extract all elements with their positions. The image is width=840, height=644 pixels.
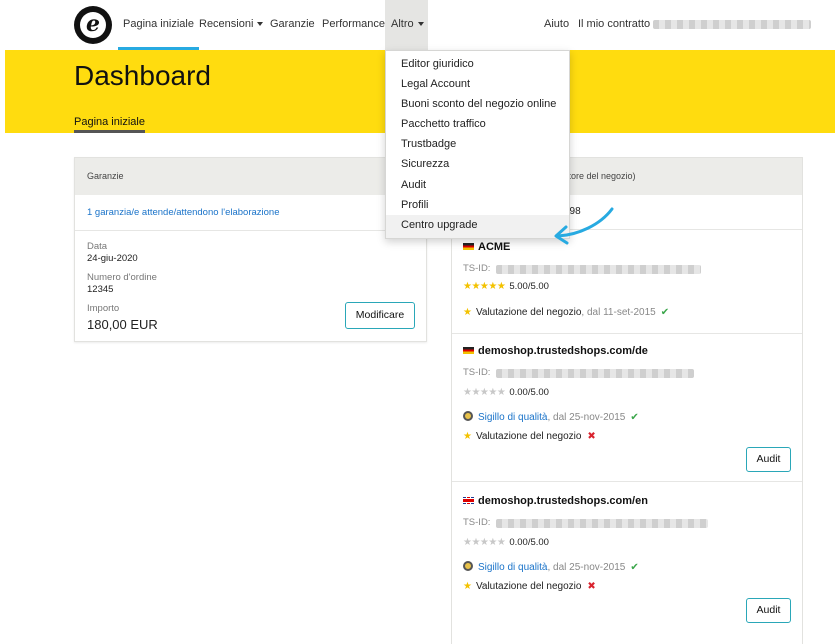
nav-garanzie-label: Garanzie	[270, 18, 315, 30]
shop-item: ACME TS-ID: ★★★★★ 5.00/5.00 ★ Valutazione …	[452, 229, 802, 333]
rating-score: 0.00/5.00	[509, 537, 549, 548]
menu-item-pacchetto-traffico[interactable]: Pacchetto traffico	[401, 118, 486, 130]
menu-item-legal-account[interactable]: Legal Account	[401, 78, 470, 90]
guarantees-card-title: Garanzie	[75, 158, 426, 195]
tsid-label: TS-ID:	[463, 367, 491, 378]
blurred-account-name[interactable]	[653, 20, 811, 29]
menu-item-editor-giuridico[interactable]: Editor giuridico	[401, 58, 474, 70]
caret-down-icon	[417, 22, 424, 27]
nav-aiuto[interactable]: Aiuto	[544, 0, 569, 50]
nav-recensioni-dropdown[interactable]: Recensioni	[199, 0, 264, 50]
star-icon: ★	[463, 431, 472, 442]
rating-score: 5.00/5.00	[509, 281, 549, 292]
audit-button[interactable]: Audit	[746, 598, 791, 623]
trusted-shops-logo-icon[interactable]: e	[74, 6, 112, 44]
uk-flag-icon	[463, 497, 474, 504]
shop-item: demoshop.trustedshops.com/en TS-ID: ★★★★…	[452, 481, 802, 631]
quality-seal-icon	[463, 411, 473, 421]
quality-seal-icon	[463, 561, 473, 571]
rating-score: 0.00/5.00	[509, 387, 549, 398]
rating-stars: ★★★★★ 0.00/5.00	[463, 537, 549, 548]
review-label: Valutazione del negozio	[475, 307, 582, 318]
audit-button[interactable]: Audit	[746, 447, 791, 472]
blurred-tsid	[496, 369, 694, 378]
tsid-label: TS-ID:	[463, 263, 491, 274]
rating-stars: ★★★★★ 5.00/5.00	[463, 281, 549, 292]
subtab-home[interactable]: Pagina iniziale	[74, 116, 145, 133]
menu-item-centro-upgrade[interactable]: Centro upgrade	[401, 219, 477, 231]
annotation-arrow-icon	[554, 207, 614, 245]
nav-aiuto-label: Aiuto	[544, 18, 570, 30]
caret-down-icon	[257, 22, 264, 27]
nav-garanzie[interactable]: Garanzie	[270, 0, 315, 50]
rating-stars: ★★★★★ 0.00/5.00	[463, 387, 549, 398]
nav-performance[interactable]: Performance	[322, 0, 385, 50]
menu-item-profili[interactable]: Profili	[401, 199, 429, 211]
shop-name[interactable]: ACME	[463, 241, 510, 253]
guarantees-card: Garanzie 1 garanzia/e attende/attendono …	[74, 157, 427, 342]
seal-status-row: Sigillo di qualità, dal 25-nov-2015 ✔	[463, 411, 639, 423]
edit-button[interactable]: Modificare	[345, 302, 415, 329]
menu-item-sicurezza[interactable]: Sicurezza	[401, 158, 449, 170]
blurred-tsid	[496, 519, 708, 528]
germany-flag-icon	[463, 243, 474, 250]
tsid-label: TS-ID:	[463, 517, 491, 528]
shop-item: demoshop.trustedshops.com/de TS-ID: ★★★★…	[452, 333, 802, 481]
amount-value: 180,00 EUR	[87, 317, 158, 332]
checkmark-icon: ✔	[630, 562, 639, 573]
review-status-row: ★ Valutazione del negozio ✖	[463, 431, 596, 442]
order-number-value: 12345	[87, 284, 114, 295]
checkmark-icon: ✔	[630, 412, 639, 423]
shop-name[interactable]: demoshop.trustedshops.com/en	[463, 495, 648, 507]
nav-altro-label: Altro	[391, 18, 414, 30]
menu-item-buoni-sconto[interactable]: Buoni sconto del negozio online	[401, 98, 556, 110]
nav-contratto[interactable]: Il mio contratto	[578, 0, 650, 50]
cross-icon: ✖	[587, 431, 596, 442]
review-label: Valutazione del negozio	[475, 431, 582, 442]
nav-performance-label: Performance	[322, 18, 385, 30]
review-status-row: ★ Valutazione del negozio ✖	[463, 581, 596, 592]
germany-flag-icon	[463, 347, 474, 354]
menu-item-audit[interactable]: Audit	[401, 179, 426, 191]
nav-recensioni-label: Recensioni	[199, 18, 254, 30]
page-title: Dashboard	[74, 60, 211, 91]
review-label: Valutazione del negozio	[475, 581, 582, 592]
shop-name-text: demoshop.trustedshops.com/en	[478, 495, 648, 507]
review-status-row: ★ Valutazione del negozio, dal 11-set-201…	[463, 307, 669, 318]
shop-name[interactable]: demoshop.trustedshops.com/de	[463, 345, 648, 357]
date-label: Data	[87, 241, 108, 252]
nav-contratto-label: Il mio contratto	[578, 18, 651, 30]
divider	[75, 230, 426, 231]
nav-altro-dropdown[interactable]: Altro	[385, 0, 428, 50]
shop-name-text: demoshop.trustedshops.com/de	[478, 345, 648, 357]
seal-status-row: Sigillo di qualità, dal 25-nov-2015 ✔	[463, 561, 639, 573]
shop-name-text: ACME	[478, 241, 511, 253]
menu-item-trustbadge[interactable]: Trustbadge	[401, 138, 456, 150]
amount-label: Importo	[87, 303, 120, 314]
cross-icon: ✖	[587, 581, 596, 592]
checkmark-icon: ✔	[660, 307, 670, 318]
date-value: 24-giu-2020	[87, 253, 138, 264]
nav-home-label: Pagina iniziale	[123, 18, 194, 30]
star-icon: ★	[463, 307, 472, 318]
pending-guarantees-link[interactable]: 1 garanzia/e attende/attendono l'elabora…	[87, 207, 280, 218]
order-number-label: Numero d'ordine	[87, 272, 157, 283]
seal-date: , dal 25-nov-2015	[547, 562, 626, 573]
nav-home[interactable]: Pagina iniziale	[118, 0, 199, 50]
star-icon: ★	[463, 581, 472, 592]
seal-link[interactable]: Sigillo di qualità	[478, 562, 548, 573]
seal-link[interactable]: Sigillo di qualità	[478, 412, 548, 423]
seal-date: , dal 25-nov-2015	[547, 412, 626, 423]
blurred-tsid	[496, 265, 701, 274]
review-date: , dal 11-set-2015	[581, 307, 656, 318]
top-navbar: e Pagina iniziale Recensioni Garanzie Pe…	[0, 0, 840, 50]
